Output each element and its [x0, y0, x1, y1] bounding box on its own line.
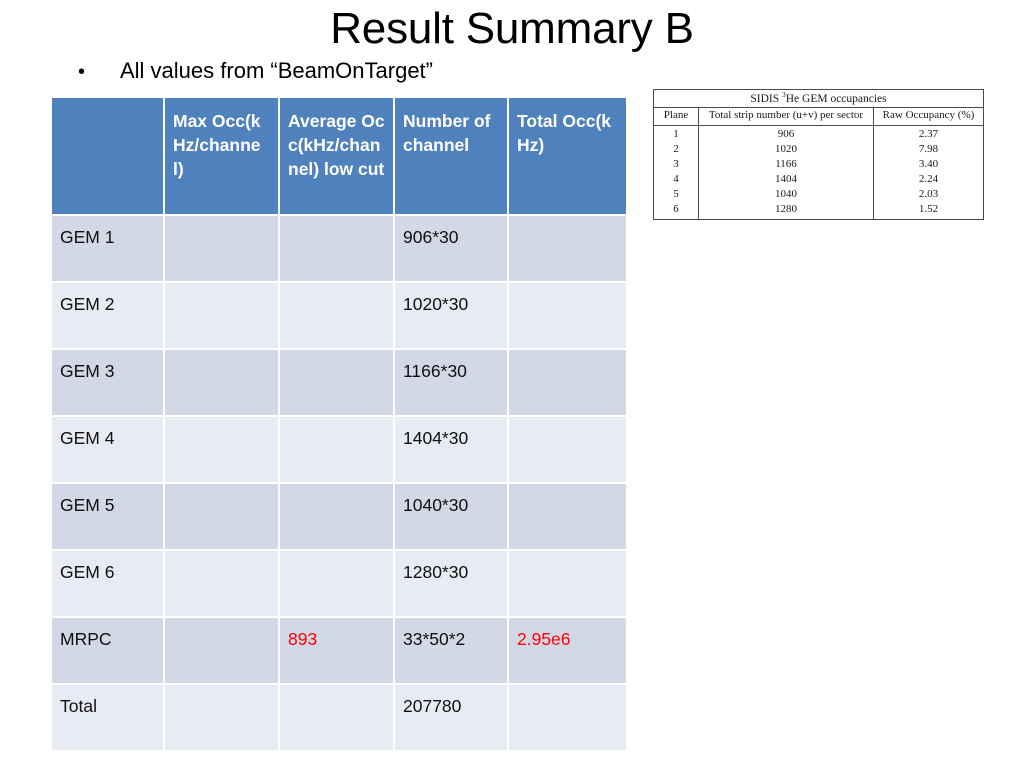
bullet-marker-icon: • — [78, 61, 86, 83]
sidis-gem-occupancy-table: SIDIS 3He GEM occupancies Plane Total st… — [653, 89, 984, 220]
cell-max-occ — [165, 417, 280, 484]
column-header-max-occ: Max Occ(kHz/channel) — [165, 98, 280, 216]
row-label: GEM 2 — [52, 283, 165, 350]
result-summary-table: Max Occ(kHz/channel) Average Occ(kHz/cha… — [52, 98, 626, 752]
row-label: GEM 1 — [52, 216, 165, 283]
cell-max-occ — [165, 685, 280, 752]
inset-table-row: 6 1280 1.52 — [653, 202, 984, 220]
cell-average-occ — [280, 484, 395, 551]
inset-cell-plane: 6 — [653, 202, 699, 220]
row-label: MRPC — [52, 618, 165, 685]
inset-cell-occupancy: 2.03 — [918, 188, 939, 200]
row-label: GEM 4 — [52, 417, 165, 484]
column-header-average-occ: Average Occ(kHz/channel) low cut — [280, 98, 395, 216]
inset-column-header-occupancy: Raw Occupancy (%) — [873, 107, 984, 126]
bullet-text: All values from “BeamOnTarget” — [120, 58, 433, 83]
row-label: Total — [52, 685, 165, 752]
table-header-row: Max Occ(kHz/channel) Average Occ(kHz/cha… — [52, 98, 626, 216]
cell-number-of-channel: 1166*30 — [395, 350, 509, 417]
row-label: GEM 3 — [52, 350, 165, 417]
table-row: GEM 3 1166*30 — [52, 350, 626, 417]
cell-average-occ: 893 — [280, 618, 395, 685]
cell-average-occ — [280, 417, 395, 484]
inset-cell-strips: 1040 — [698, 187, 874, 202]
table-row: GEM 2 1020*30 — [52, 283, 626, 350]
cell-total-occ — [509, 484, 626, 551]
cell-max-occ — [165, 283, 280, 350]
inset-cell-occupancy: 2.37 — [918, 128, 939, 140]
sidis-gem-occupancy-figure: SIDIS 3He GEM occupancies Plane Total st… — [653, 89, 984, 220]
cell-average-occ — [280, 283, 395, 350]
cell-number-of-channel: 1040*30 — [395, 484, 509, 551]
cell-average-occ — [280, 685, 395, 752]
inset-cell-plane: 2 — [653, 142, 699, 157]
cell-number-of-channel: 33*50*2 — [395, 618, 509, 685]
table-row: GEM 4 1404*30 — [52, 417, 626, 484]
cell-total-occ — [509, 350, 626, 417]
row-label: GEM 5 — [52, 484, 165, 551]
inset-cell-plane: 5 — [653, 187, 699, 202]
inset-cell-occupancy: 1.52 — [918, 203, 939, 215]
inset-caption-row: SIDIS 3He GEM occupancies — [653, 89, 984, 108]
cell-max-occ — [165, 216, 280, 283]
cell-number-of-channel: 906*30 — [395, 216, 509, 283]
inset-cell-occupancy: 7.98 — [918, 143, 939, 155]
cell-average-occ — [280, 350, 395, 417]
cell-total-occ — [509, 283, 626, 350]
table-row: MRPC 893 33*50*2 2.95e6 — [52, 618, 626, 685]
table-row: GEM 6 1280*30 — [52, 551, 626, 618]
inset-table-row: 4 1404 2.24 — [653, 172, 984, 187]
cell-number-of-channel: 1020*30 — [395, 283, 509, 350]
cell-total-occ — [509, 417, 626, 484]
inset-table-row: 5 1040 2.03 — [653, 187, 984, 202]
inset-header-row: Plane Total strip number (u+v) per secto… — [653, 107, 984, 126]
inset-cell-occupancy: 2.24 — [918, 173, 939, 185]
inset-table-row: 2 1020 7.98 — [653, 142, 984, 157]
inset-cell-strips: 1280 — [698, 202, 874, 220]
table-row: Total 207780 — [52, 685, 626, 752]
inset-cell-plane: 1 — [653, 125, 699, 142]
cell-average-occ — [280, 216, 395, 283]
cell-max-occ — [165, 484, 280, 551]
cell-number-of-channel: 207780 — [395, 685, 509, 752]
column-header-number-of-channel: Number of channel — [395, 98, 509, 216]
inset-caption-pre: SIDIS — [750, 93, 782, 105]
cell-max-occ — [165, 618, 280, 685]
bullet-line: • All values from “BeamOnTarget” — [78, 56, 433, 87]
table-row: GEM 1 906*30 — [52, 216, 626, 283]
cell-max-occ — [165, 350, 280, 417]
cell-total-occ: 2.95e6 — [509, 618, 626, 685]
column-header-rowlabel — [52, 98, 165, 216]
inset-cell-plane: 3 — [653, 157, 699, 172]
inset-cell-strips: 1404 — [698, 172, 874, 187]
inset-cell-strips: 1020 — [698, 142, 874, 157]
page-title: Result Summary B — [330, 4, 694, 53]
inset-table-row: 3 1166 3.40 — [653, 157, 984, 172]
cell-total-occ — [509, 216, 626, 283]
cell-max-occ — [165, 551, 280, 618]
inset-cell-strips: 906 — [698, 125, 874, 142]
cell-number-of-channel: 1280*30 — [395, 551, 509, 618]
inset-cell-strips: 1166 — [698, 157, 874, 172]
column-header-total-occ: Total Occ(kHz) — [509, 98, 626, 216]
inset-cell-plane: 4 — [653, 172, 699, 187]
inset-table-row: 1 906 2.37 — [653, 125, 984, 142]
inset-column-header-strips: Total strip number (u+v) per sector — [698, 107, 874, 126]
table-row: GEM 5 1040*30 — [52, 484, 626, 551]
inset-cell-occupancy: 3.40 — [918, 158, 939, 170]
cell-average-occ — [280, 551, 395, 618]
inset-caption-post: He GEM occupancies — [785, 93, 887, 105]
inset-column-header-plane: Plane — [653, 107, 699, 126]
cell-number-of-channel: 1404*30 — [395, 417, 509, 484]
inset-caption: SIDIS 3He GEM occupancies — [653, 89, 984, 108]
cell-total-occ — [509, 551, 626, 618]
cell-total-occ — [509, 685, 626, 752]
row-label: GEM 6 — [52, 551, 165, 618]
